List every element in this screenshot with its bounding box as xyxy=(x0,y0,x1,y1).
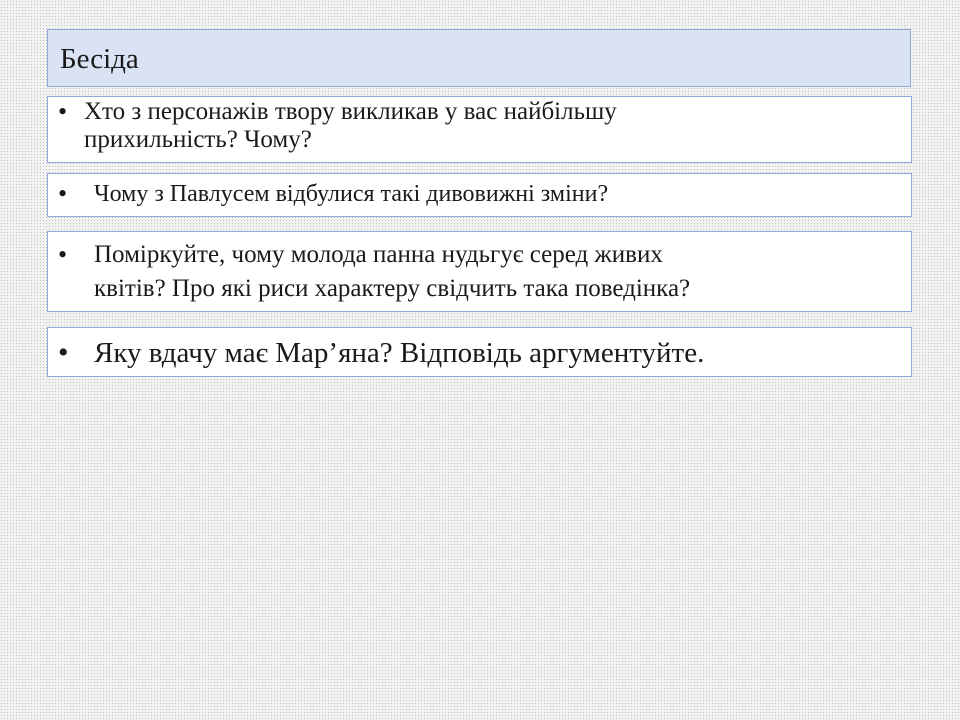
question-box-3: • Поміркуйте, чому молода панна нудьгує … xyxy=(47,231,912,312)
bullet-icon: • xyxy=(58,240,68,269)
slide: Бесіда • Хто з персонажів твору викликав… xyxy=(0,0,960,720)
question-text-3: Поміркуйте, чому молода панна нудьгує се… xyxy=(94,241,691,302)
question-text-1: Хто з персонажів твору викликав у вас на… xyxy=(84,98,617,153)
question-box-2: • Чому з Павлусем відбулися такі дивовиж… xyxy=(47,173,912,217)
bullet-icon: • xyxy=(58,97,68,126)
slide-title: Бесіда xyxy=(60,43,139,75)
question-text-2: Чому з Павлусем відбулися такі дивовижні… xyxy=(94,181,609,207)
question-box-4: • Яку вдачу має Мар’яна? Відповідь аргум… xyxy=(47,327,912,377)
question-text-4: Яку вдачу має Мар’яна? Відповідь аргумен… xyxy=(94,337,705,369)
question-box-1: • Хто з персонажів твору викликав у вас … xyxy=(47,96,912,163)
bullet-icon: • xyxy=(58,336,69,369)
title-bar: Бесіда xyxy=(47,29,911,87)
bullet-icon: • xyxy=(58,179,68,208)
